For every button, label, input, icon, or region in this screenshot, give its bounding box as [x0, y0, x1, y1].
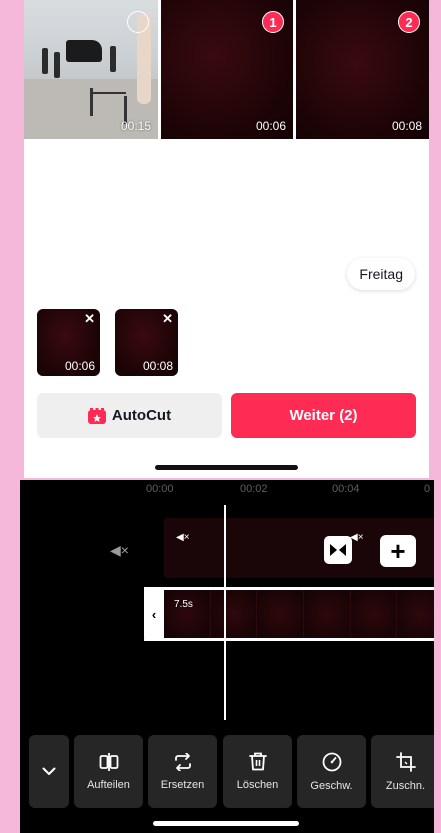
- media-thumbnail[interactable]: 2 00:08: [296, 0, 429, 139]
- add-clip-button[interactable]: +: [380, 535, 416, 567]
- clip-length: 7.5s: [174, 599, 193, 610]
- chevron-left-icon: ‹: [151, 606, 157, 622]
- selected-clip-duration: 00:08: [142, 359, 173, 373]
- trash-icon: [248, 752, 267, 771]
- autocut-button[interactable]: AutoCut: [37, 393, 222, 438]
- selection-badge[interactable]: 1: [262, 11, 284, 33]
- media-thumbnail[interactable]: 1 00:06: [161, 0, 293, 139]
- person-shape: [110, 46, 116, 72]
- selected-clip-duration: 00:06: [64, 359, 95, 373]
- transition-button[interactable]: [324, 536, 352, 564]
- autocut-label: AutoCut: [111, 407, 172, 424]
- playhead[interactable]: [224, 505, 226, 720]
- clip-frames: [164, 590, 434, 638]
- media-thumbnail[interactable]: 00:15: [24, 0, 158, 139]
- muted-icon: ◀×: [350, 532, 364, 543]
- selected-clip[interactable]: ✕ 00:08: [115, 309, 178, 376]
- tool-label: Geschw.: [310, 779, 353, 792]
- collapse-toolbar-button[interactable]: [29, 735, 69, 808]
- split-icon: [99, 752, 118, 771]
- selected-clip[interactable]: ✕ 00:06: [37, 309, 100, 376]
- person-shape: [54, 52, 60, 78]
- speed-icon: [322, 752, 341, 771]
- thumbnail-duration: 00:15: [120, 119, 151, 133]
- tool-split[interactable]: Aufteilen: [74, 735, 143, 808]
- chevron-down-icon: [42, 767, 56, 775]
- suggestion-chip[interactable]: Freitag: [347, 258, 415, 290]
- ruler-tick: 00:00: [146, 483, 174, 495]
- ruler-tick: 00:02: [240, 483, 268, 495]
- tool-speed[interactable]: Geschw.: [297, 735, 366, 808]
- tool-delete[interactable]: Löschen: [223, 735, 292, 808]
- remove-icon[interactable]: ✕: [84, 311, 95, 327]
- video-editor: 00:00 00:02 00:04 0 ◀× ◀× ◀× + ‹ 7.5s Au…: [20, 480, 434, 833]
- ruler-tick: 00:04: [332, 483, 360, 495]
- home-indicator: [155, 465, 298, 470]
- media-picker: 00:15 1 00:06 2 00:08 Freitag ✕ 00:06 ✕ …: [24, 0, 429, 478]
- selection-badge[interactable]: 2: [398, 11, 420, 33]
- crop-icon: [395, 751, 416, 772]
- tool-label: Ersetzen: [160, 778, 205, 791]
- next-button[interactable]: Weiter (2): [231, 393, 416, 438]
- piano-shape: [66, 40, 102, 62]
- ruler-tick: 0: [424, 483, 431, 495]
- muted-icon: ◀×: [176, 532, 190, 543]
- tool-label: Zuschn.: [385, 779, 426, 792]
- thumbnail-duration: 00:06: [255, 119, 286, 133]
- replace-icon: [174, 752, 191, 771]
- tool-crop[interactable]: Zuschn.: [371, 735, 434, 808]
- tool-replace[interactable]: Ersetzen: [148, 735, 217, 808]
- trim-handle-left[interactable]: ‹: [144, 587, 164, 641]
- autocut-icon: [87, 407, 106, 424]
- remove-icon[interactable]: ✕: [162, 311, 173, 327]
- mute-icon[interactable]: ◀×: [110, 542, 129, 559]
- thumbnail-duration: 00:08: [391, 119, 422, 133]
- home-indicator: [153, 821, 299, 826]
- select-circle[interactable]: [127, 11, 149, 33]
- person-shape: [42, 48, 48, 74]
- tool-label: Aufteilen: [87, 778, 130, 791]
- transition-icon: [330, 544, 346, 556]
- tool-label: Löschen: [236, 779, 279, 791]
- rope: [90, 92, 126, 94]
